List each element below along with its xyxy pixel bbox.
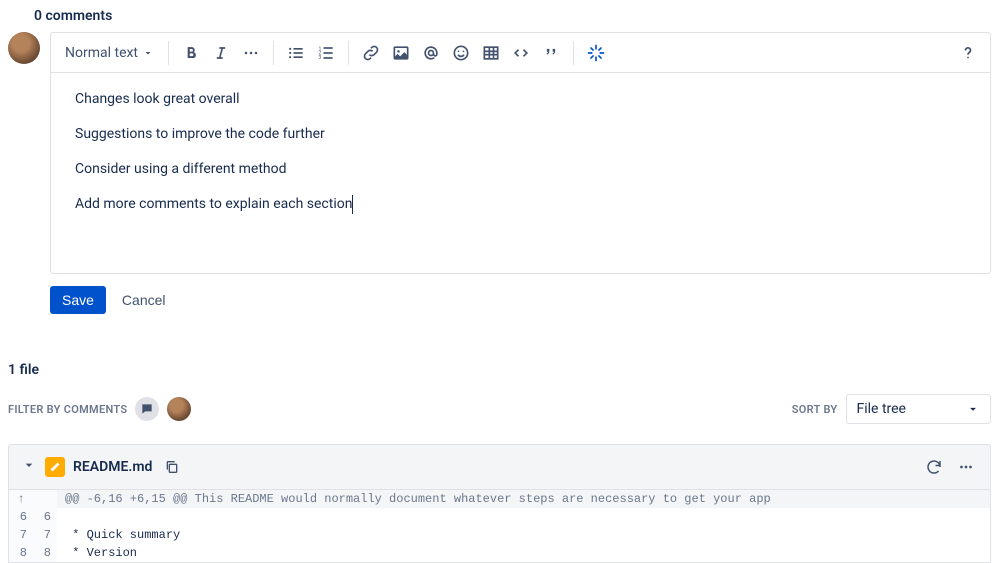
- copy-path-button[interactable]: [160, 455, 184, 479]
- comment-editor: Normal text 123: [50, 32, 991, 274]
- copy-icon: [164, 459, 180, 475]
- filter-comments-button[interactable]: [135, 397, 159, 421]
- new-line-num: 8: [33, 544, 57, 562]
- image-button[interactable]: [387, 39, 415, 67]
- code-content: [57, 508, 990, 526]
- link-button[interactable]: [357, 39, 385, 67]
- help-button[interactable]: [954, 39, 982, 67]
- cancel-button[interactable]: Cancel: [110, 286, 178, 314]
- comments-count: 0 comments: [34, 8, 991, 24]
- table-button[interactable]: [477, 39, 505, 67]
- refresh-icon: [925, 458, 943, 476]
- separator: [573, 41, 574, 65]
- save-button[interactable]: Save: [50, 286, 106, 314]
- more-actions-button[interactable]: [954, 455, 978, 479]
- code-button[interactable]: [507, 39, 535, 67]
- old-line-num: 6: [9, 508, 33, 526]
- chevron-down-icon: [21, 457, 37, 473]
- avatar: [8, 32, 40, 64]
- ordered-list-button[interactable]: 123: [312, 39, 340, 67]
- old-line-num: 7: [9, 526, 33, 544]
- old-line-num: 8: [9, 544, 33, 562]
- chevron-down-icon: [966, 402, 980, 416]
- comment-icon: [140, 402, 154, 416]
- svg-text:3: 3: [319, 54, 322, 60]
- filter-avatar[interactable]: [167, 397, 191, 421]
- new-line-num: 7: [33, 526, 57, 544]
- refresh-button[interactable]: [922, 455, 946, 479]
- ai-button[interactable]: [582, 39, 610, 67]
- separator: [348, 41, 349, 65]
- editor-toolbar: Normal text 123: [51, 33, 990, 73]
- file-status-icon: [45, 457, 65, 477]
- diff-line: 8 8 * Version: [9, 544, 990, 562]
- diff-line: 6 6: [9, 508, 990, 526]
- editor-line: Consider using a different method: [75, 159, 966, 180]
- more-icon: [957, 458, 975, 476]
- sort-select[interactable]: File tree: [846, 394, 992, 424]
- italic-button[interactable]: [207, 39, 235, 67]
- line-num: [33, 490, 57, 508]
- emoji-button[interactable]: [447, 39, 475, 67]
- expand-up[interactable]: ↑: [9, 490, 33, 508]
- bullet-list-button[interactable]: [282, 39, 310, 67]
- text-style-label: Normal text: [65, 45, 138, 61]
- filter-label: FILTER BY COMMENTS: [8, 403, 127, 416]
- sort-label: SORT BY: [792, 403, 838, 416]
- file-header: README.md: [8, 444, 991, 490]
- text-style-dropdown[interactable]: Normal text: [59, 41, 160, 65]
- more-formatting-button[interactable]: [237, 39, 265, 67]
- sort-value: File tree: [857, 401, 907, 417]
- code-content: * Quick summary: [57, 526, 990, 544]
- file-name[interactable]: README.md: [73, 459, 152, 475]
- chevron-down-icon: [142, 47, 154, 59]
- editor-line: Changes look great overall: [75, 89, 966, 110]
- separator: [273, 41, 274, 65]
- new-line-num: 6: [33, 508, 57, 526]
- bold-button[interactable]: [177, 39, 205, 67]
- code-content: * Version: [57, 544, 990, 562]
- editor-content[interactable]: Changes look great overall Suggestions t…: [51, 73, 990, 273]
- hunk-header: @@ -6,16 +6,15 @@ This README would norm…: [57, 490, 990, 508]
- file-count: 1 file: [8, 362, 991, 378]
- editor-line: Add more comments to explain each sectio…: [75, 194, 352, 215]
- diff-view: ↑ @@ -6,16 +6,15 @@ This README would no…: [8, 490, 991, 563]
- quote-button[interactable]: [537, 39, 565, 67]
- diff-line: 7 7 * Quick summary: [9, 526, 990, 544]
- editor-line: Suggestions to improve the code further: [75, 124, 966, 145]
- collapse-toggle[interactable]: [21, 457, 37, 477]
- mention-button[interactable]: [417, 39, 445, 67]
- separator: [168, 41, 169, 65]
